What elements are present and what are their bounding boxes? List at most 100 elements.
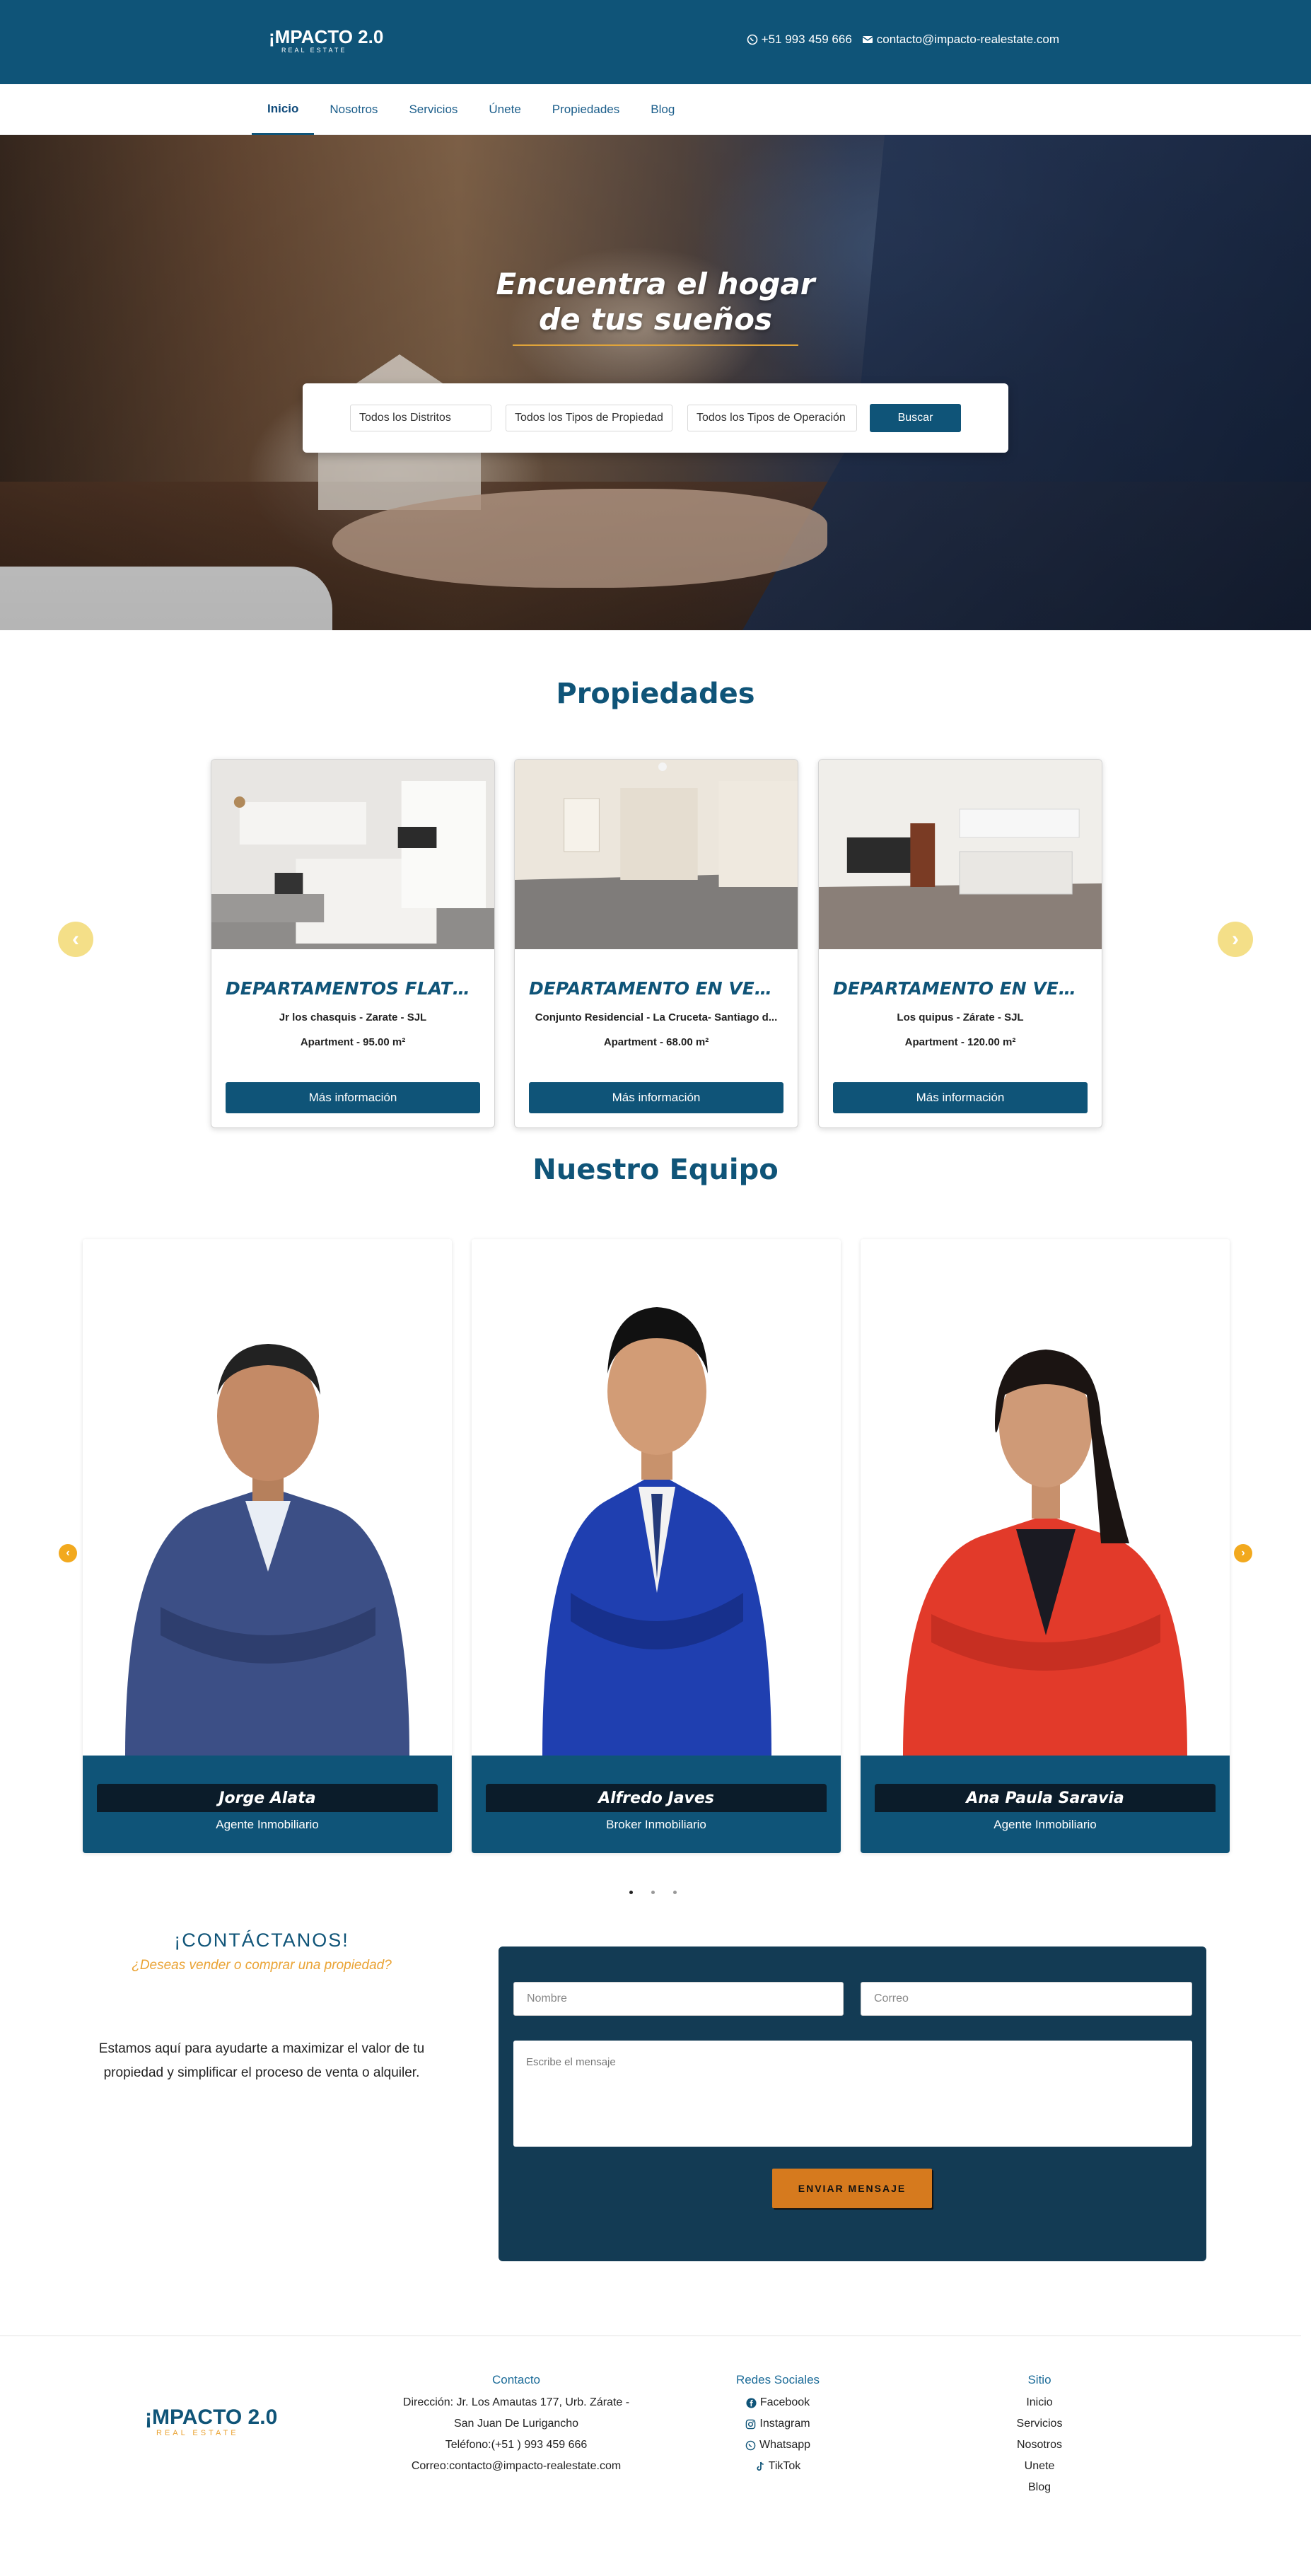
footer-contact: Contacto Dirección: Jr. Los Amautas 177,…: [396, 2369, 636, 2477]
envelope-icon: [862, 36, 873, 43]
property-type-select[interactable]: Todos los Tipos de Propiedad: [506, 405, 672, 431]
properties-title: Propiedades: [556, 678, 755, 710]
hero-divider: [513, 344, 798, 346]
search-button[interactable]: Buscar: [870, 404, 961, 432]
header-phone[interactable]: +51 993 459 666: [747, 33, 852, 47]
footer-link-unete[interactable]: Unete: [969, 2456, 1110, 2477]
whatsapp-icon: [745, 2440, 756, 2450]
header-phone-text: +51 993 459 666: [761, 33, 852, 46]
email-field[interactable]: Correo: [861, 1982, 1192, 2016]
team-title: Nuestro Equipo: [532, 1154, 779, 1186]
tiktok-icon: [757, 2461, 764, 2471]
footer-link-blog[interactable]: Blog: [969, 2477, 1110, 2498]
property-address: Jr los chasquis - Zarate - SJL: [279, 1011, 427, 1023]
send-message-button[interactable]: ENVIAR MENSAJE: [772, 2169, 932, 2208]
team-member-name: Jorge Alata: [97, 1784, 438, 1812]
header-email[interactable]: contacto@impacto-realestate.com: [862, 33, 1059, 47]
more-info-button[interactable]: Más información: [833, 1082, 1088, 1113]
footer-logo-text: ¡MPACTO 2.0: [145, 2406, 278, 2429]
team-prev-button[interactable]: ‹: [59, 1544, 77, 1562]
carousel-dot[interactable]: [629, 1891, 633, 1894]
search-panel: Todos los Distritos Todos los Tipos de P…: [303, 383, 1008, 453]
team-member-role: Agente Inmobiliario: [216, 1818, 319, 1831]
logo-subtext: REAL ESTATE: [281, 47, 347, 54]
properties-next-button[interactable]: ›: [1218, 922, 1253, 957]
social-tiktok[interactable]: TikTok: [707, 2456, 849, 2477]
footer-logo-subtext: REAL ESTATE: [156, 2429, 239, 2437]
properties-prev-button[interactable]: ‹: [58, 922, 93, 957]
message-field[interactable]: Escribe el mensaje: [513, 2041, 1192, 2147]
property-address: Conjunto Residencial - La Cruceta- Santi…: [535, 1011, 778, 1023]
contact-form: Nombre Correo Escribe el mensaje ENVIAR …: [499, 1946, 1206, 2261]
footer-social-title: Redes Sociales: [735, 2373, 820, 2386]
property-address: Los quipus - Zárate - SJL: [897, 1011, 1024, 1023]
team-member-photo: [83, 1239, 452, 1756]
header-email-text: contacto@impacto-realestate.com: [876, 33, 1059, 46]
logo-text: ¡MPACTO 2.0: [269, 26, 384, 47]
social-facebook[interactable]: Facebook: [707, 2392, 849, 2413]
property-meta: Apartment - 120.00 m²: [904, 1036, 1016, 1048]
hero-banner: Encuentra el hogar de tus sueños Todos l…: [0, 135, 1311, 630]
property-photo: [211, 760, 494, 949]
footer-contact-title: Contacto: [491, 2373, 541, 2386]
team-member-card[interactable]: Ana Paula Saravia Agente Inmobiliario: [861, 1239, 1230, 1853]
property-photo: [515, 760, 798, 949]
footer-link-inicio[interactable]: Inicio: [969, 2392, 1110, 2413]
property-card[interactable]: DEPARTAMENTO EN VENTA... Conjunto Reside…: [514, 759, 798, 1128]
property-title[interactable]: DEPARTAMENTO EN VENTA...: [529, 978, 783, 999]
brand-logo[interactable]: ¡MPACTO 2.0 REAL ESTATE: [269, 27, 383, 54]
footer-logo[interactable]: ¡MPACTO 2.0 REAL ESTATE: [145, 2406, 278, 2438]
nav-item-unete[interactable]: Únete: [473, 84, 536, 135]
property-card[interactable]: DEPARTAMENTO EN VENTA... Los quipus - Zá…: [818, 759, 1102, 1128]
footer-social: Redes Sociales Facebook Instagram Whatsa…: [707, 2369, 849, 2477]
property-meta: Apartment - 68.00 m²: [603, 1036, 709, 1048]
team-next-button[interactable]: ›: [1234, 1544, 1252, 1562]
carousel-dot[interactable]: [673, 1891, 677, 1894]
team-member-role: Agente Inmobiliario: [994, 1818, 1097, 1831]
header-contact: +51 993 459 666 contacto@impacto-realest…: [747, 33, 1059, 47]
facebook-icon: [746, 2397, 757, 2408]
instagram-icon: [746, 2419, 756, 2429]
operation-type-select[interactable]: Todos los Tipos de Operación: [687, 405, 857, 431]
team-member-card[interactable]: Alfredo Javes Broker Inmobiliario: [472, 1239, 841, 1853]
footer-address: Dirección: Jr. Los Amautas 177, Urb. Zár…: [402, 2396, 630, 2408]
nav-item-inicio[interactable]: Inicio: [252, 84, 315, 135]
team-carousel-dots: [629, 1891, 677, 1894]
nav-item-servicios[interactable]: Servicios: [393, 84, 473, 135]
property-card[interactable]: DEPARTAMENTOS FLATS E... Jr los chasquis…: [211, 759, 495, 1128]
footer-email: Correo:contacto@impacto-realestate.com: [411, 2460, 622, 2472]
footer-link-servicios[interactable]: Servicios: [969, 2413, 1110, 2435]
footer-address-2: San Juan De Lurigancho: [453, 2418, 579, 2430]
more-info-button[interactable]: Más información: [529, 1082, 783, 1113]
team-member-photo: [472, 1239, 841, 1756]
team-member-card[interactable]: Jorge Alata Agente Inmobiliario: [83, 1239, 452, 1853]
nav-item-propiedades[interactable]: Propiedades: [537, 84, 635, 135]
team-member-name: Alfredo Javes: [486, 1784, 827, 1812]
footer-phone: Teléfono:(+51 ) 993 459 666: [445, 2439, 588, 2451]
social-instagram[interactable]: Instagram: [707, 2413, 849, 2435]
top-header: ¡MPACTO 2.0 REAL ESTATE +51 993 459 666 …: [0, 0, 1311, 84]
carousel-dot[interactable]: [651, 1891, 655, 1894]
contact-title: ¡CONTÁCTANOS!: [174, 1930, 349, 1951]
more-info-button[interactable]: Más información: [226, 1082, 480, 1113]
team-member-name: Ana Paula Saravia: [875, 1784, 1216, 1812]
footer-link-nosotros[interactable]: Nosotros: [969, 2435, 1110, 2456]
name-field[interactable]: Nombre: [513, 1982, 844, 2016]
whatsapp-icon: [747, 34, 757, 45]
main-nav: Inicio Nosotros Servicios Únete Propieda…: [0, 84, 1311, 135]
contact-text: Estamos aquí para ayudarte a maximizar e…: [98, 2041, 425, 2080]
contact-subtitle: ¿Deseas vender o comprar una propiedad?: [132, 1958, 392, 1973]
nav-item-nosotros[interactable]: Nosotros: [314, 84, 393, 135]
footer-site-title: Sitio: [1027, 2373, 1051, 2386]
social-whatsapp[interactable]: Whatsapp: [707, 2435, 849, 2456]
hero-title: Encuentra el hogar de tus sueños: [496, 267, 815, 337]
property-photo: [819, 760, 1102, 949]
property-title[interactable]: DEPARTAMENTOS FLATS E...: [226, 978, 480, 999]
nav-item-blog[interactable]: Blog: [635, 84, 690, 135]
team-member-role: Broker Inmobiliario: [606, 1818, 706, 1831]
footer-site: Sitio Inicio Servicios Nosotros Unete Bl…: [969, 2369, 1110, 2498]
district-select[interactable]: Todos los Distritos: [350, 405, 491, 431]
team-member-photo: [861, 1239, 1230, 1756]
property-meta: Apartment - 95.00 m²: [300, 1036, 406, 1048]
property-title[interactable]: DEPARTAMENTO EN VENTA...: [833, 978, 1088, 999]
